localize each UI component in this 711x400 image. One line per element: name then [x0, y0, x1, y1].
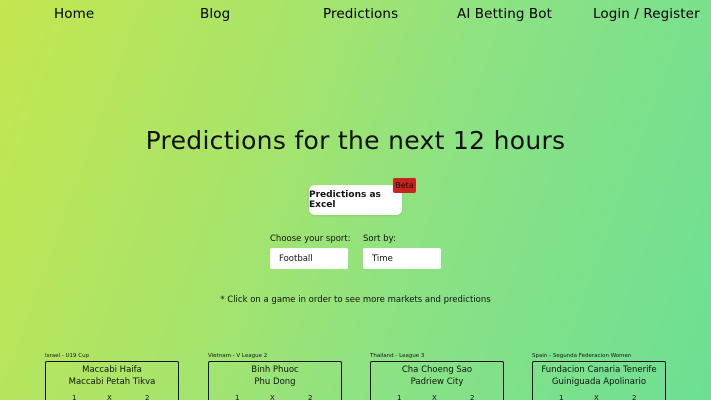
- sort-select[interactable]: Time: [363, 248, 441, 269]
- sport-label: Choose your sport:: [270, 234, 351, 244]
- nav-ai-betting-bot[interactable]: AI Betting Bot: [457, 6, 552, 22]
- league-label: Spain - Segunda Federacion Women: [532, 353, 632, 359]
- odds-home[interactable]: 1: [559, 394, 563, 400]
- predictions-excel-button[interactable]: Predictions as Excel: [309, 185, 402, 215]
- home-team: Maccabi Haifa: [82, 365, 142, 375]
- home-team: Fundacion Canaria Tenerife: [541, 365, 657, 375]
- game-card[interactable]: Fundacion Canaria Tenerife Guiniguada Ap…: [532, 361, 666, 400]
- nav-blog[interactable]: Blog: [200, 6, 230, 22]
- odds-home[interactable]: 1: [235, 394, 239, 400]
- odds-draw[interactable]: X: [107, 394, 112, 400]
- game-card[interactable]: Binh Phuoc Phu Dong 1 X 2: [208, 361, 342, 400]
- sort-label: Sort by:: [363, 234, 396, 244]
- odds-away[interactable]: 2: [632, 394, 636, 400]
- odds-draw[interactable]: X: [594, 394, 599, 400]
- odds-away[interactable]: 2: [145, 394, 149, 400]
- odds-home[interactable]: 1: [72, 394, 76, 400]
- nav-home[interactable]: Home: [54, 6, 94, 22]
- beta-badge: Beta: [393, 178, 416, 193]
- game-card[interactable]: Maccabi Haifa Maccabi Petah Tikva 1 X 2: [45, 361, 179, 400]
- odds-home[interactable]: 1: [397, 394, 401, 400]
- away-team: Guiniguada Apolinario: [551, 377, 647, 387]
- home-team: Cha Choeng Sao: [401, 365, 473, 375]
- page-title: Predictions for the next 12 hours: [145, 126, 566, 155]
- league-label: Vietnam - V League 2: [208, 353, 268, 359]
- nav-login-register[interactable]: Login / Register: [593, 6, 700, 22]
- odds-away[interactable]: 2: [470, 394, 474, 400]
- away-team: Phu Dong: [254, 377, 296, 387]
- top-nav: Home Blog Predictions AI Betting Bot Log…: [0, 0, 711, 30]
- odds-draw[interactable]: X: [270, 394, 275, 400]
- sport-select[interactable]: Football: [270, 248, 348, 269]
- league-label: Thailand - League 3: [370, 353, 425, 359]
- league-label: Israel - U19 Cup: [45, 353, 90, 359]
- odds-away[interactable]: 2: [308, 394, 312, 400]
- click-hint: * Click on a game in order to see more m…: [220, 295, 491, 305]
- home-team: Binh Phuoc: [251, 365, 299, 375]
- away-team: Padriew City: [410, 377, 464, 387]
- game-card[interactable]: Cha Choeng Sao Padriew City 1 X 2: [370, 361, 504, 400]
- away-team: Maccabi Petah Tikva: [68, 377, 156, 387]
- nav-predictions[interactable]: Predictions: [323, 6, 398, 22]
- odds-draw[interactable]: X: [432, 394, 437, 400]
